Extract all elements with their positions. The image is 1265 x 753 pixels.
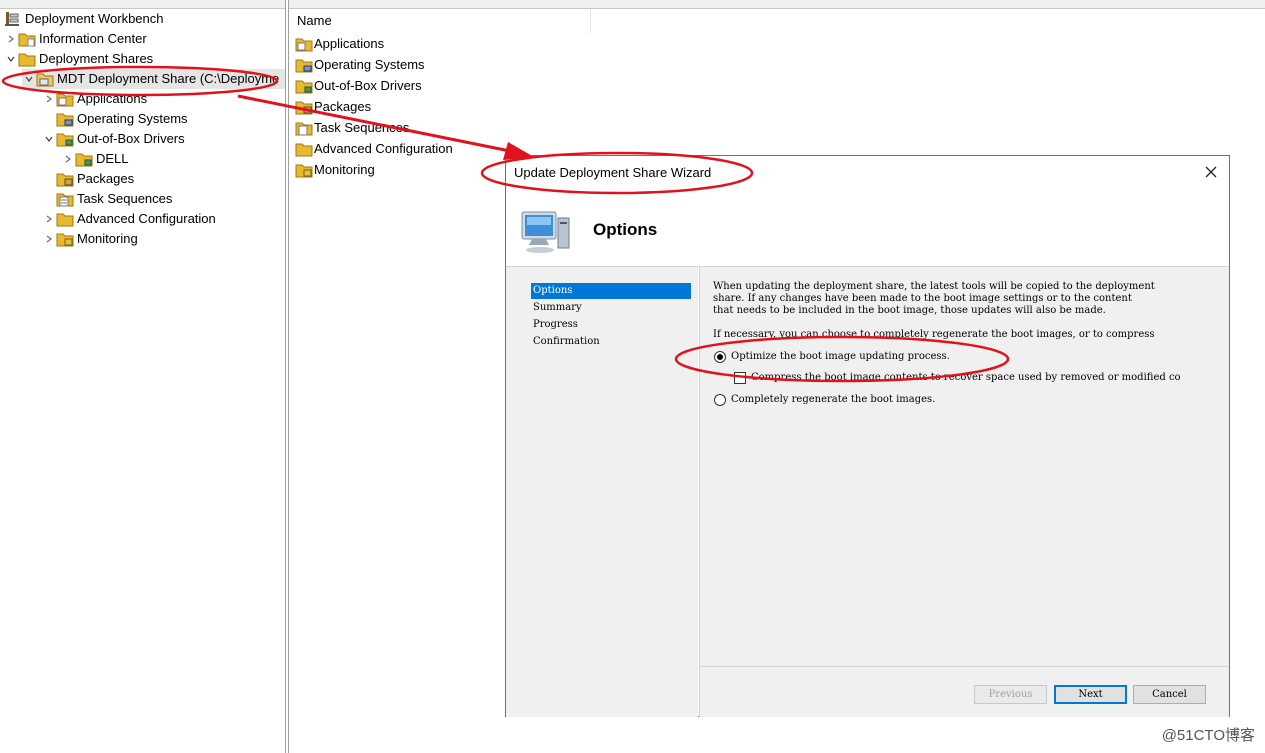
list-item-monitoring[interactable]: Monitoring (295, 160, 375, 180)
close-icon[interactable] (1201, 162, 1221, 182)
optimize-label[interactable]: Optimize the boot image updating process… (731, 351, 950, 363)
step-confirmation[interactable]: Confirmation (531, 334, 691, 350)
folder-icon (295, 57, 313, 73)
deployment-share-icon (36, 71, 54, 87)
list-item-out-of-box-drivers[interactable]: Out-of-Box Drivers (295, 76, 422, 96)
list-item-label: Operating Systems (314, 57, 425, 72)
step-progress[interactable]: Progress (531, 317, 691, 333)
workbench-icon (4, 11, 22, 27)
folder-icon (295, 36, 313, 52)
description-line: that needs to be included in the boot im… (713, 305, 1106, 316)
tree-item-label: Packages (77, 171, 135, 186)
column-header-name[interactable]: Name (289, 9, 591, 33)
tree-item-label: MDT Deployment Share (C:\Deployme (57, 71, 280, 86)
tree-item-mdt-deployment-share[interactable]: MDT Deployment Share (C:\Deployme (22, 69, 285, 89)
tree-item-label: Advanced Configuration (77, 211, 216, 226)
folder-icon (295, 99, 313, 115)
optimize-radio[interactable] (714, 351, 726, 363)
previous-button[interactable]: Previous (974, 685, 1047, 704)
wizard-footer: Previous Next Cancel (699, 666, 1229, 717)
list-item-label: Applications (314, 36, 385, 51)
list-item-label: Packages (314, 99, 372, 114)
list-item-label: Task Sequences (314, 120, 410, 135)
folder-icon (56, 111, 74, 127)
tree-item-label: Monitoring (77, 231, 138, 246)
note-text: If necessary, you can choose to complete… (713, 329, 1155, 340)
tree-item-label: DELL (96, 151, 129, 166)
tree-item-task-sequences[interactable]: Task Sequences (56, 189, 172, 209)
tree-item-applications[interactable]: Applications (42, 89, 147, 109)
step-summary[interactable]: Summary (531, 300, 691, 316)
list-item-label: Advanced Configuration (314, 141, 453, 156)
cancel-button[interactable]: Cancel (1133, 685, 1206, 704)
regenerate-radio[interactable] (714, 394, 726, 406)
list-item-packages[interactable]: Packages (295, 97, 371, 117)
next-button[interactable]: Next (1054, 685, 1127, 704)
folder-icon (56, 231, 74, 247)
chevron-right-icon[interactable] (4, 29, 18, 49)
list-item-label: Out-of-Box Drivers (314, 78, 422, 93)
folder-icon (295, 78, 313, 94)
dialog-title: Update Deployment Share Wizard (514, 165, 712, 180)
tree-item-label: Task Sequences (77, 191, 173, 206)
folder-icon (56, 91, 74, 107)
chevron-right-icon[interactable] (61, 149, 75, 169)
compress-label[interactable]: Compress the boot image contents to reco… (751, 372, 1181, 384)
tree-item-dell[interactable]: DELL (61, 149, 129, 169)
tree-item-information-center[interactable]: Information Center (4, 29, 147, 49)
list-item-label: Monitoring (314, 162, 375, 177)
dialog-heading: Options (593, 220, 658, 239)
watermark: @51CTO博客 (1161, 727, 1255, 744)
computer-icon (518, 208, 572, 256)
tree-item-label: Out-of-Box Drivers (77, 131, 185, 146)
folder-icon (18, 51, 36, 67)
tree-item-monitoring[interactable]: Monitoring (42, 229, 138, 249)
folder-icon (75, 151, 93, 167)
folder-icon (18, 31, 36, 47)
folder-icon (56, 211, 74, 227)
description-line: share. If any changes have been made to … (713, 293, 1132, 304)
step-options[interactable]: Options (531, 283, 691, 299)
folder-icon (295, 120, 313, 136)
chevron-down-icon[interactable] (22, 69, 36, 89)
description-line: When updating the deployment share, the … (713, 281, 1155, 292)
wizard-content: When updating the deployment share, the … (699, 266, 1229, 666)
update-deployment-share-wizard: Update Deployment Share Wizard Options O… (505, 155, 1230, 717)
compress-checkbox[interactable] (734, 372, 746, 384)
folder-icon (295, 141, 313, 157)
wizard-steps: Options Summary Progress Confirmation (506, 266, 698, 717)
list-item-applications[interactable]: Applications (295, 34, 384, 54)
tree-item-advanced-configuration[interactable]: Advanced Configuration (42, 209, 216, 229)
tree-pane: Deployment Workbench Information Center … (0, 0, 286, 753)
chevron-right-icon[interactable] (42, 209, 56, 229)
tree-item-root[interactable]: Deployment Workbench (4, 9, 164, 29)
chevron-right-icon[interactable] (42, 229, 56, 249)
tree-item-label: Operating Systems (77, 111, 188, 126)
tree-item-label: Deployment Shares (39, 51, 154, 66)
list-item-task-sequences[interactable]: Task Sequences (295, 118, 409, 138)
tree-item-operating-systems[interactable]: Operating Systems (56, 109, 188, 129)
list-item-operating-systems[interactable]: Operating Systems (295, 55, 425, 75)
tree-item-packages[interactable]: Packages (56, 169, 134, 189)
dialog-header: Options (506, 198, 1229, 266)
chevron-down-icon[interactable] (4, 49, 18, 69)
tree-item-out-of-box-drivers[interactable]: Out-of-Box Drivers (42, 129, 185, 149)
folder-icon (56, 131, 74, 147)
tree-item-label: Information Center (39, 31, 147, 46)
tree-item-label: Applications (77, 91, 148, 106)
folder-icon (56, 191, 74, 207)
regenerate-label[interactable]: Completely regenerate the boot images. (731, 394, 935, 406)
folder-icon (295, 162, 313, 178)
chevron-right-icon[interactable] (42, 89, 56, 109)
chevron-down-icon[interactable] (42, 129, 56, 149)
list-item-advanced-configuration[interactable]: Advanced Configuration (295, 139, 453, 159)
tree-item-deployment-shares[interactable]: Deployment Shares (4, 49, 153, 69)
folder-icon (56, 171, 74, 187)
tree-root-label: Deployment Workbench (25, 11, 164, 26)
